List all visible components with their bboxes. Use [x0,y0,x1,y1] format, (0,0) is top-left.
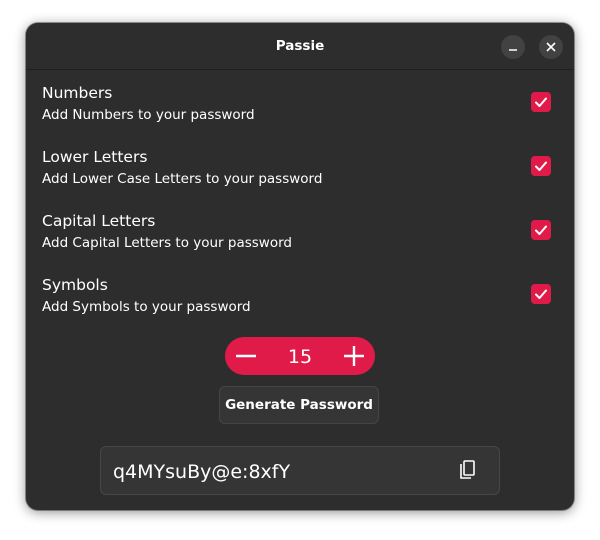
length-value[interactable]: 15 [265,346,335,368]
close-button[interactable] [539,35,563,59]
plus-icon [344,346,364,366]
increment-button[interactable] [335,337,373,375]
app-window: Passie Numbers Add Numbers to your passw… [26,23,574,510]
checkmark-icon [535,225,547,235]
password-text[interactable]: q4MYsuBy@e:8xfY [113,461,290,483]
option-capital-letters: Capital Letters Add Capital Letters to y… [42,212,558,266]
option-subtitle: Add Numbers to your password [42,107,255,123]
copy-icon [460,460,475,479]
length-spin-button: 15 [225,337,375,375]
option-title: Lower Letters [42,148,148,166]
symbols-checkbox[interactable] [531,284,551,304]
option-subtitle: Add Capital Letters to your password [42,235,292,251]
checkmark-icon [535,97,547,107]
option-title: Symbols [42,276,108,294]
option-title: Capital Letters [42,212,156,230]
option-numbers: Numbers Add Numbers to your password [42,84,558,138]
decrement-button[interactable] [227,337,265,375]
numbers-checkbox[interactable] [531,92,551,112]
password-output: q4MYsuBy@e:8xfY [100,446,500,495]
header-bar: Passie [26,23,574,70]
lower-letters-checkbox[interactable] [531,156,551,176]
option-title: Numbers [42,84,113,102]
checkmark-icon [535,161,547,171]
copy-button[interactable] [453,457,481,485]
option-subtitle: Add Symbols to your password [42,299,251,315]
capital-letters-checkbox[interactable] [531,220,551,240]
option-subtitle: Add Lower Case Letters to your password [42,171,323,187]
minus-icon [236,354,256,358]
checkmark-icon [535,289,547,299]
option-symbols: Symbols Add Symbols to your password [42,276,558,330]
generate-password-button[interactable]: Generate Password [219,386,379,424]
minimize-button[interactable] [501,35,525,59]
minimize-icon [509,49,517,51]
window-title: Passie [275,38,325,54]
option-lower-letters: Lower Letters Add Lower Case Letters to … [42,148,558,202]
close-icon [546,42,556,52]
